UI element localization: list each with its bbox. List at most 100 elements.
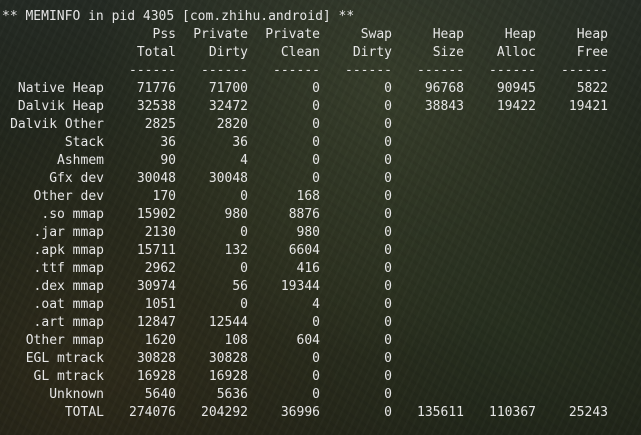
label-cell: .art mmap <box>33 315 104 330</box>
table-row: EGL mtrack 30828 30828 0 0 <box>0 350 641 368</box>
heap-alloc-cell: ------ <box>489 63 536 78</box>
label-cell: Dalvik Other <box>10 117 104 132</box>
private-clean-cell: 0 <box>312 81 320 96</box>
swap-dirty-cell: 0 <box>384 171 392 186</box>
pss-total-cell: 170 <box>152 189 176 204</box>
heap-size-cell: ------ <box>417 63 464 78</box>
heap-size-cell: 96768 <box>424 81 464 96</box>
swap-dirty-cell: 0 <box>384 99 392 114</box>
pss-total-cell: 30828 <box>136 351 176 366</box>
private-clean-cell: 604 <box>296 333 320 348</box>
private-clean-cell: 0 <box>312 315 320 330</box>
label-cell: GL mtrack <box>33 369 104 384</box>
private-clean-cell: 8876 <box>288 207 320 222</box>
private-dirty-cell: 0 <box>240 261 248 276</box>
meminfo-title: ** MEMINFO in pid 4305 [com.zhihu.androi… <box>2 9 355 24</box>
table-row: GL mtrack 16928 16928 0 0 <box>0 368 641 386</box>
private-clean-cell: 0 <box>312 369 320 384</box>
pss-total-cell: 1051 <box>144 297 176 312</box>
separator-row: ------ ------ ------ ------ ------ ------ ----… <box>0 62 641 80</box>
private-clean-cell: 4 <box>312 297 320 312</box>
heap-size-cell: Size <box>432 45 464 60</box>
heap-size-cell: 38843 <box>424 99 464 114</box>
label-cell: Gfx dev <box>49 171 104 186</box>
table-row: Other mmap 1620 108 604 0 <box>0 332 641 350</box>
swap-dirty-cell: 0 <box>384 117 392 132</box>
swap-dirty-cell: 0 <box>384 243 392 258</box>
private-dirty-cell: 2820 <box>216 117 248 132</box>
heap-alloc-cell: Heap <box>504 27 536 42</box>
pss-total-cell: ------ <box>129 63 176 78</box>
table-row: Other dev 170 0 168 0 <box>0 188 641 206</box>
table-row: TOTAL 274076 204292 36996 0 135611 110367 25243 <box>0 404 641 422</box>
private-dirty-cell: 36 <box>232 135 248 150</box>
swap-dirty-cell: 0 <box>384 333 392 348</box>
table-row: .ttf mmap 2962 0 416 0 <box>0 260 641 278</box>
pss-total-cell: 16928 <box>136 369 176 384</box>
table-row: Native Heap 71776 71700 0 0 96768 90945 5822 <box>0 80 641 98</box>
pss-total-cell: 2130 <box>144 225 176 240</box>
swap-dirty-cell: ------ <box>345 63 392 78</box>
private-clean-cell: 0 <box>312 99 320 114</box>
table-row: .so mmap 15902 980 8876 0 <box>0 206 641 224</box>
private-clean-cell: 168 <box>296 189 320 204</box>
table-row: Stack 36 36 0 0 <box>0 134 641 152</box>
label-cell: TOTAL <box>64 405 104 420</box>
private-dirty-cell: 980 <box>224 207 248 222</box>
private-clean-cell: 0 <box>312 171 320 186</box>
pss-total-cell: 12847 <box>136 315 176 330</box>
private-clean-cell: 0 <box>312 135 320 150</box>
swap-dirty-cell: 0 <box>384 135 392 150</box>
label-cell: .oat mmap <box>33 297 104 312</box>
label-cell: .ttf mmap <box>33 261 104 276</box>
private-clean-cell: 19344 <box>280 279 320 294</box>
swap-dirty-cell: Dirty <box>352 45 392 60</box>
swap-dirty-cell: 0 <box>384 297 392 312</box>
private-dirty-cell: 204292 <box>201 405 248 420</box>
table-row: Gfx dev 30048 30048 0 0 <box>0 170 641 188</box>
private-clean-cell: 980 <box>296 225 320 240</box>
label-cell: Other mmap <box>25 333 104 348</box>
table-row: .art mmap 12847 12544 0 0 <box>0 314 641 332</box>
pss-total-cell: 2962 <box>144 261 176 276</box>
pss-total-cell: 274076 <box>129 405 176 420</box>
label-cell: Dalvik Heap <box>17 99 104 114</box>
private-clean-cell: Clean <box>280 45 320 60</box>
table-row: Ashmem 90 4 0 0 <box>0 152 641 170</box>
private-clean-cell: 0 <box>312 117 320 132</box>
heap-free-cell: 19421 <box>568 99 608 114</box>
table-row: .apk mmap 15711 132 6604 0 <box>0 242 641 260</box>
private-dirty-cell: Private <box>193 27 248 42</box>
table-row: Unknown 5640 5636 0 0 <box>0 386 641 404</box>
table-row: .oat mmap 1051 0 4 0 <box>0 296 641 314</box>
meminfo-table-body: Native Heap 71776 71700 0 0 96768 90945 5822 Dal… <box>0 80 641 422</box>
swap-dirty-cell: 0 <box>384 189 392 204</box>
table-row: Dalvik Other 2825 2820 0 0 <box>0 116 641 134</box>
heap-alloc-cell: 19422 <box>496 99 536 114</box>
heap-free-cell: ------ <box>561 63 608 78</box>
private-dirty-cell: Dirty <box>208 45 248 60</box>
swap-dirty-cell: 0 <box>384 315 392 330</box>
swap-dirty-cell: 0 <box>384 207 392 222</box>
label-cell: Unknown <box>49 387 104 402</box>
table-row: Dalvik Heap 32538 32472 0 0 38843 19422 19421 <box>0 98 641 116</box>
private-dirty-cell: 32472 <box>208 99 248 114</box>
private-dirty-cell: 4 <box>240 153 248 168</box>
swap-dirty-cell: 0 <box>384 405 392 420</box>
header-row-2: Total Dirty Clean Dirty Size Alloc Free <box>0 44 641 62</box>
terminal-window: ** MEMINFO in pid 4305 [com.zhihu.androi… <box>0 0 641 435</box>
swap-dirty-cell: 0 <box>384 387 392 402</box>
swap-dirty-cell: Swap <box>360 27 392 42</box>
private-dirty-cell: ------ <box>201 63 248 78</box>
label-cell: Native Heap <box>17 81 104 96</box>
private-dirty-cell: 56 <box>232 279 248 294</box>
heap-free-cell: 5822 <box>576 81 608 96</box>
pss-total-cell: 2825 <box>144 117 176 132</box>
pss-total-cell: 15711 <box>136 243 176 258</box>
pss-total-cell: 71776 <box>136 81 176 96</box>
pss-total-cell: Pss <box>152 27 176 42</box>
private-dirty-cell: 0 <box>240 189 248 204</box>
pss-total-cell: 32538 <box>136 99 176 114</box>
private-clean-cell: 0 <box>312 153 320 168</box>
table-row: .dex mmap 30974 56 19344 0 <box>0 278 641 296</box>
